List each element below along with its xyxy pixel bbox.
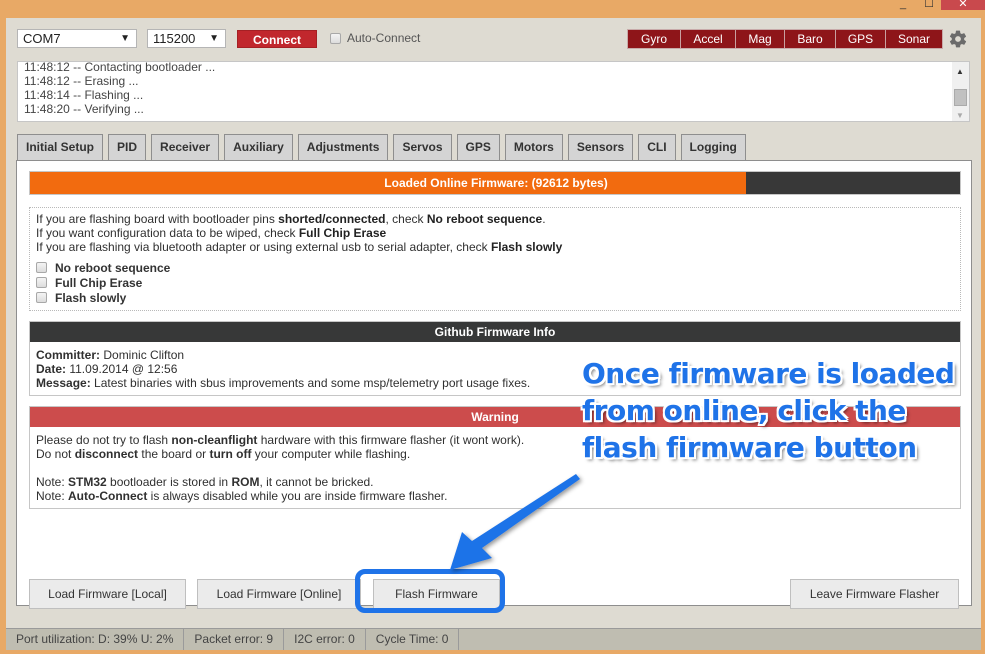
cycle-time: Cycle Time: 0 [366,629,460,650]
options-hint-2: If you want configuration data to be wip… [36,226,387,240]
i2c-error: I2C error: 0 [284,629,366,650]
log-scrollbar[interactable]: ▲ ▼ [952,62,969,121]
port-select[interactable]: COM7 ▼ [17,29,137,48]
port-utilization: Port utilization: D: 39% U: 2% [6,629,185,650]
tab-receiver[interactable]: Receiver [151,134,220,160]
connect-button[interactable]: Connect [237,30,317,48]
log-line: 11:48:20 -- Verifying ... [24,102,144,116]
tab-gps[interactable]: GPS [456,134,500,160]
tab-pid[interactable]: PID [108,134,147,160]
window-titlebar: _ ☐ ✕ [0,0,985,18]
load-firmware-local-button[interactable]: Load Firmware [Local] [29,579,186,609]
warning-line: Note: STM32 bootloader is stored in ROM,… [36,475,374,489]
baud-select[interactable]: 115200 ▼ [147,29,226,48]
sensor-mag: Mag [735,30,784,48]
sensor-accel: Accel [680,30,735,48]
dropdown-arrow-icon: ▼ [209,33,219,44]
log-line: 11:48:12 -- Erasing ... [24,74,139,88]
progress-bar: Loaded Online Firmware: (92612 bytes) [29,171,961,195]
minimize-button[interactable]: _ [893,0,913,10]
tab-sensors[interactable]: Sensors [567,134,634,160]
auto-connect-checkbox[interactable] [330,32,341,44]
option-flash-slowly[interactable]: Flash slowly [36,290,954,305]
options-hint-3: If you are flashing via bluetooth adapte… [36,240,563,254]
auto-connect-label: Auto-Connect [347,31,421,45]
scroll-thumb[interactable] [954,89,967,106]
sensor-gyro: Gyro [628,30,680,48]
flash-firmware-button[interactable]: Flash Firmware [373,579,500,609]
baud-value: 115200 [153,31,196,46]
sensor-sonar: Sonar [885,30,942,48]
full-chip-erase-checkbox[interactable] [36,277,47,288]
no-reboot-checkbox[interactable] [36,262,47,273]
tab-motors[interactable]: Motors [504,134,563,160]
leave-firmware-flasher-button[interactable]: Leave Firmware Flasher [790,579,959,609]
flash-options: If you are flashing board with bootloade… [29,207,961,311]
tab-cli[interactable]: CLI [638,134,676,160]
tab-adjustments[interactable]: Adjustments [297,134,389,160]
gear-icon[interactable] [948,29,968,49]
flash-slowly-checkbox[interactable] [36,292,47,303]
options-hint-1: If you are flashing board with bootloade… [36,212,546,226]
tab-servos[interactable]: Servos [393,134,452,160]
port-value: COM7 [23,31,61,46]
option-no-reboot[interactable]: No reboot sequence [36,260,954,275]
tab-logging[interactable]: Logging [680,134,746,160]
option-full-chip-erase[interactable]: Full Chip Erase [36,275,954,290]
status-bar: Port utilization: D: 39% U: 2% Packet er… [6,628,981,650]
scroll-down-icon[interactable]: ▼ [956,109,964,123]
dropdown-arrow-icon: ▼ [120,33,130,44]
tab-auxiliary[interactable]: Auxiliary [224,134,293,160]
maximize-button[interactable]: ☐ [919,0,939,10]
sensor-gps: GPS [835,30,885,48]
sensor-indicators: Gyro Accel Mag Baro GPS Sonar [627,29,943,49]
auto-connect-toggle[interactable]: Auto-Connect [330,31,420,45]
annotation-callout: Once firmware is loaded from online, cli… [582,357,955,464]
load-firmware-online-button[interactable]: Load Firmware [Online] [197,579,361,609]
log-line: 11:48:12 -- Contacting bootloader ... [24,60,216,74]
app-window: COM7 ▼ 115200 ▼ Connect Auto-Connect Gyr… [6,18,981,650]
close-button[interactable]: ✕ [941,0,985,10]
tab-initial-setup[interactable]: Initial Setup [17,134,104,160]
log-panel: 11:48:12 -- Contacting bootloader ... 11… [17,60,970,122]
sensor-baro: Baro [784,30,835,48]
main-tabs: Initial Setup PID Receiver Auxiliary Adj… [17,134,746,160]
packet-error: Packet error: 9 [184,629,285,650]
progress-label: Loaded Online Firmware: (92612 bytes) [384,176,608,190]
warning-line: Note: Auto-Connect is always disabled wh… [36,489,448,503]
scroll-up-icon[interactable]: ▲ [956,65,964,79]
log-line: 11:48:14 -- Flashing ... [24,88,144,102]
github-info-title: Github Firmware Info [30,322,960,342]
